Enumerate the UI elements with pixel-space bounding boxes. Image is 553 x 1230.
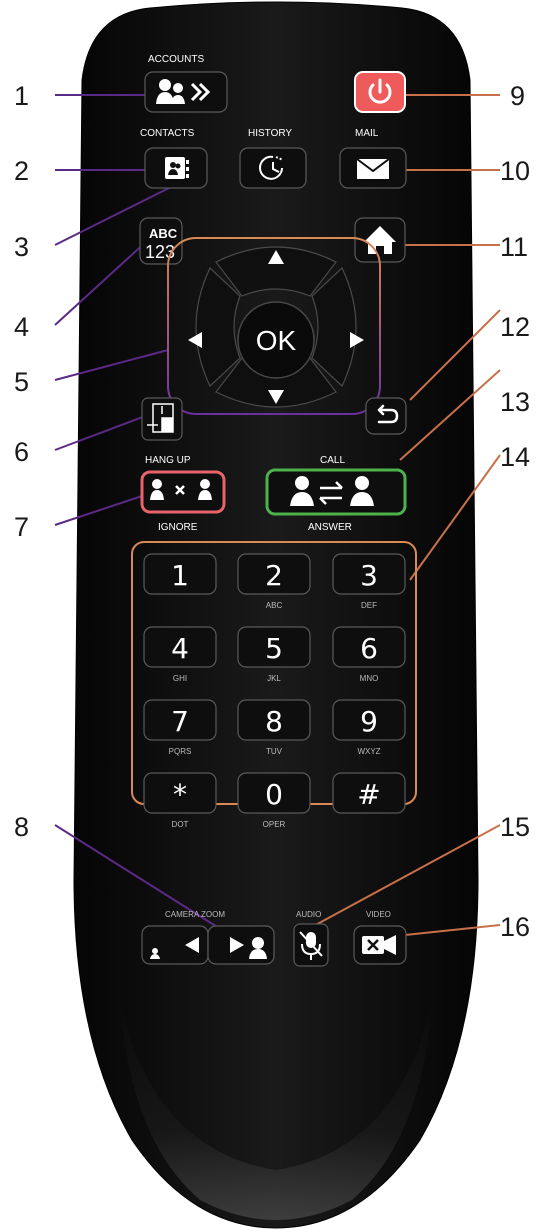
callout-number-2: 2 <box>14 156 29 186</box>
audio-button[interactable] <box>293 923 329 967</box>
history-label: HISTORY <box>248 128 292 139</box>
keypad-key-label: 8 <box>265 705 283 738</box>
camera-zoom-label: CAMERA ZOOM <box>165 910 225 919</box>
answer-label: ANSWER <box>308 522 352 533</box>
remote-diagram: 1 2 3 4 5 6 7 8 9 10 11 12 13 14 15 16 A… <box>14 1 530 1229</box>
keypad-key-label: 5 <box>265 632 283 665</box>
video-off-icon <box>362 935 396 955</box>
callout-number-12: 12 <box>500 312 530 342</box>
mail-button[interactable] <box>339 147 407 189</box>
layout-button[interactable] <box>141 397 183 441</box>
contacts-label: CONTACTS <box>140 128 195 139</box>
keypad-key-label: 0 <box>265 778 283 811</box>
callout-number-16: 16 <box>500 912 530 942</box>
callout-number-1: 1 <box>14 81 29 111</box>
abc-label: ABC <box>149 226 178 241</box>
mail-label: MAIL <box>355 128 379 139</box>
keypad-key-letters: DEF <box>361 601 377 610</box>
callout-number-3: 3 <box>14 232 29 262</box>
callout-number-15: 15 <box>500 812 530 842</box>
ok-button[interactable]: OK <box>237 301 315 379</box>
video-button[interactable] <box>353 925 407 965</box>
callout-number-6: 6 <box>14 437 29 467</box>
history-button[interactable] <box>239 147 307 189</box>
hangup-button[interactable] <box>140 470 226 514</box>
accounts-button[interactable] <box>144 71 228 113</box>
mail-icon <box>356 158 390 179</box>
keypad-key-letters: GHI <box>173 674 187 683</box>
keypad-key-letters: MNO <box>360 674 379 683</box>
audio-label: AUDIO <box>296 910 321 919</box>
keypad-key-label: 4 <box>171 632 189 665</box>
keypad-key-letters: DOT <box>172 820 189 829</box>
callout-number-9: 9 <box>510 81 525 111</box>
power-button[interactable] <box>354 71 406 113</box>
keypad-key-label: * <box>173 778 187 811</box>
call-button[interactable] <box>265 468 407 516</box>
call-label: CALL <box>320 455 345 466</box>
callout-number-11: 11 <box>500 232 528 262</box>
ignore-label: IGNORE <box>158 522 198 533</box>
zoom-in-button[interactable] <box>207 925 275 965</box>
callout-number-5: 5 <box>14 367 29 397</box>
contacts-button[interactable] <box>144 147 208 189</box>
keypad-key[interactable]: # <box>332 772 406 814</box>
keypad-key-label: 2 <box>265 559 283 592</box>
keypad-key-label: 9 <box>360 705 378 738</box>
keypad-key-label: # <box>357 778 380 811</box>
callout-number-4: 4 <box>14 312 29 342</box>
zoom-out-button[interactable] <box>141 925 209 965</box>
ok-label: OK <box>256 325 297 356</box>
keypad-key-letters: TUV <box>266 747 283 756</box>
callout-number-8: 8 <box>14 812 29 842</box>
keypad-key-label: 3 <box>360 559 378 592</box>
callout-number-13: 13 <box>500 387 530 417</box>
hang-up-label: HANG UP <box>145 455 191 466</box>
keypad-key-letters: ABC <box>266 601 283 610</box>
back-button[interactable] <box>365 397 407 435</box>
keypad-key-letters: WXYZ <box>357 747 380 756</box>
keypad-key[interactable]: 1 <box>143 553 217 595</box>
callout-number-10: 10 <box>500 156 530 186</box>
abc-123-button[interactable]: ABC 123 <box>139 217 183 265</box>
keypad-key-letters: PQRS <box>169 747 192 756</box>
callout-number-7: 7 <box>14 512 29 542</box>
keypad-key-label: 1 <box>171 559 189 592</box>
keypad-key-label: 7 <box>171 705 189 738</box>
video-label: VIDEO <box>366 910 391 919</box>
callout-number-14: 14 <box>500 442 530 472</box>
keypad-key-letters: OPER <box>263 820 286 829</box>
keypad-key-label: 6 <box>360 632 378 665</box>
accounts-label: ACCOUNTS <box>148 54 204 65</box>
keypad-key-letters: JKL <box>267 674 281 683</box>
